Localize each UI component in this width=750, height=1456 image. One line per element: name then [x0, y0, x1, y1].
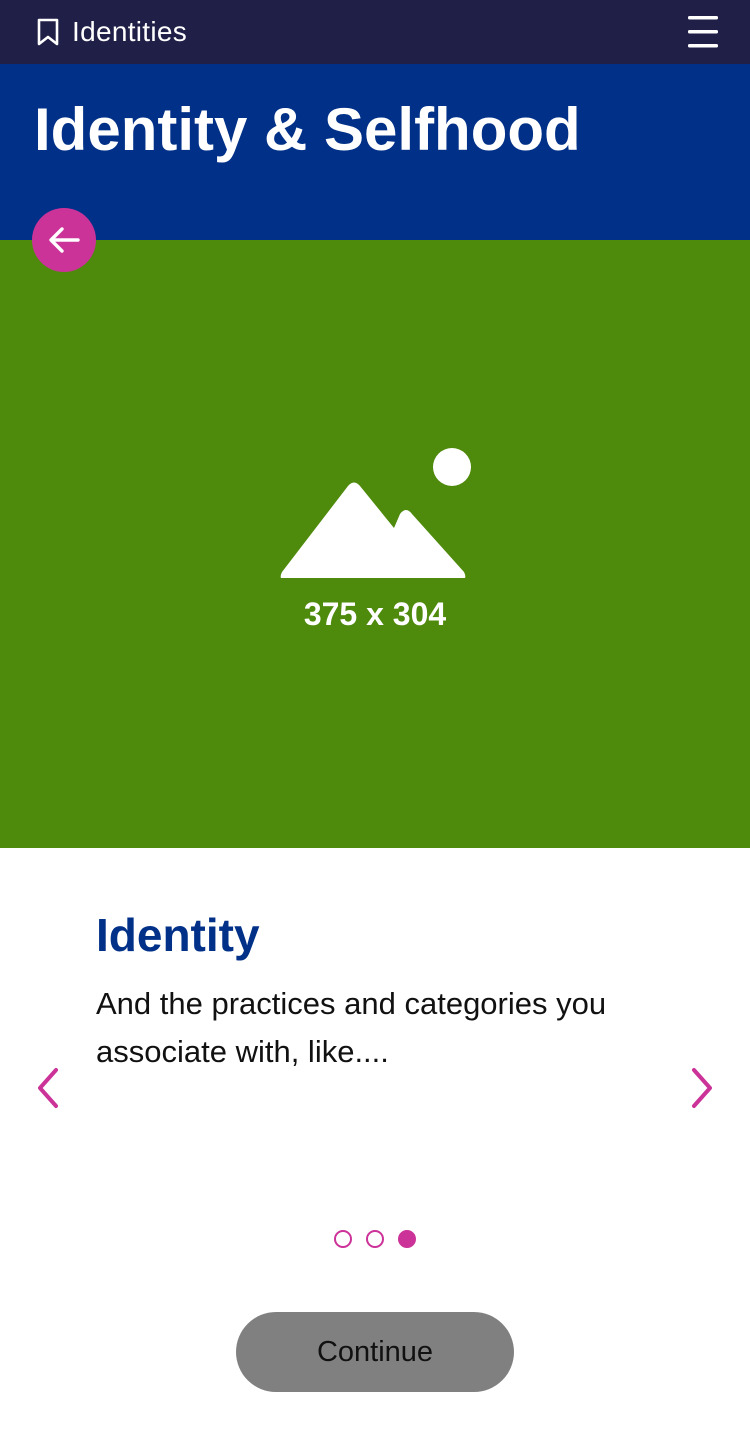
page-title: Identity & Selfhood [34, 96, 581, 163]
hamburger-menu-icon[interactable] [682, 14, 724, 50]
bookmark-icon[interactable] [36, 18, 60, 46]
chevron-right-icon[interactable] [682, 1062, 722, 1114]
carousel-pagination [334, 1230, 424, 1250]
top-app-bar: Identities [0, 0, 750, 64]
card-body-text: And the practices and categories you ass… [96, 986, 607, 1069]
page-header: Identity & Selfhood [0, 64, 750, 240]
continue-button[interactable]: Continue [236, 1312, 514, 1392]
pagination-dot-3-active[interactable] [398, 1230, 416, 1248]
card-title: Identity [96, 909, 260, 961]
app-name: Identities [72, 16, 188, 47]
back-button[interactable] [32, 208, 96, 272]
chevron-left-icon[interactable] [30, 1062, 70, 1114]
image-placeholder-icon [280, 448, 471, 578]
pagination-dot-1[interactable] [334, 1230, 352, 1248]
arrow-left-icon [49, 227, 80, 253]
hero-image-placeholder: 375 x 304 [0, 240, 750, 848]
pagination-dot-2[interactable] [366, 1230, 384, 1248]
image-dimensions-label: 375 x 304 [303, 596, 447, 632]
